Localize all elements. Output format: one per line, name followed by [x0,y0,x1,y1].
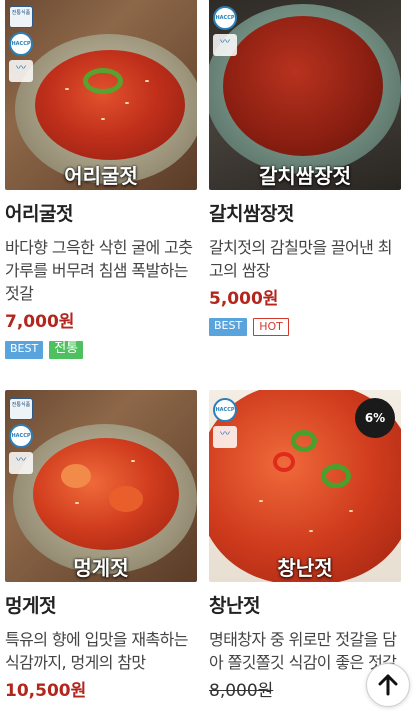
certification-badges: 전통식품 HACCP 〰 [9,6,35,82]
haccp-badge: HACCP [213,398,237,422]
product-description: 바다향 그윽한 삭힌 굴에 고춧가루를 버무려 침샘 폭발하는 젓갈 [5,238,193,303]
product-card[interactable]: HACCP 〰 갈치쌈장젓 갈치쌈장젓 갈치젓의 감칠맛을 끌어낸 최고의 쌈장… [209,0,401,336]
product-tags: BEST HOT [209,318,401,336]
product-description: 특유의 향에 입맛을 재촉하는 식감까지, 멍게의 참맛 [5,630,189,672]
haccp-badge: HACCP [9,424,33,448]
product-description: 갈치젓의 감칠맛을 끌어낸 최고의 쌈장 [209,238,393,280]
discount-badge: 6% [355,398,395,438]
product-image[interactable]: HACCP 〰 갈치쌈장젓 [209,0,401,190]
haccp-badge: HACCP [9,32,33,56]
product-name[interactable]: 어리굴젓 [5,202,197,226]
traditional-food-badge: 전통식품 [9,398,33,420]
image-caption: 갈치쌈장젓 [259,164,351,188]
product-price: 5,000원 [209,289,279,309]
brand-wave-icon: 〰 [9,60,33,82]
product-image[interactable]: 전통식품 HACCP 〰 어리굴젓 [5,0,197,190]
brand-wave-icon: 〰 [213,426,237,448]
traditional-food-badge: 전통식품 [9,6,33,28]
scroll-top-button[interactable] [366,663,410,707]
brand-wave-icon: 〰 [9,452,33,474]
tag-best: BEST [5,341,44,359]
haccp-badge: HACCP [213,6,237,30]
image-caption: 창난젓 [277,556,333,580]
product-price: 10,500원 [5,681,87,701]
certification-badges: 전통식품 HACCP 〰 [9,398,35,474]
product-description: 명태창자 중 위로만 젓갈을 담아 쫄깃쫄깃 식감이 좋은 젓갈 [209,630,397,672]
product-card[interactable]: 전통식품 HACCP 〰 멍게젓 멍게젓 특유의 향에 입맛을 재촉하는 식감까… [5,390,197,702]
image-caption: 멍게젓 [73,556,129,580]
arrow-up-icon [378,674,398,696]
product-image[interactable]: 전통식품 HACCP 〰 멍게젓 [5,390,197,582]
product-name[interactable]: 멍게젓 [5,594,197,618]
brand-wave-icon: 〰 [213,34,237,56]
product-card[interactable]: HACCP 〰 6% 창난젓 창난젓 명태창자 중 위로만 젓갈을 담아 쫄깃쫄… [209,390,401,702]
product-name[interactable]: 창난젓 [209,594,401,618]
certification-badges: HACCP 〰 [213,6,239,56]
tag-best: BEST [209,318,248,336]
product-image[interactable]: HACCP 〰 6% 창난젓 [209,390,401,582]
product-tags: BEST 전통 [5,341,197,359]
product-card[interactable]: 전통식품 HACCP 〰 어리굴젓 어리굴젓 바다향 그윽한 삭힌 굴에 고춧가… [5,0,197,359]
tag-traditional: 전통 [49,341,84,359]
product-name[interactable]: 갈치쌈장젓 [209,202,401,226]
product-price: 7,000원 [5,312,75,332]
image-caption: 어리굴젓 [64,164,138,188]
tag-hot: HOT [253,318,289,336]
certification-badges: HACCP 〰 [213,398,239,448]
